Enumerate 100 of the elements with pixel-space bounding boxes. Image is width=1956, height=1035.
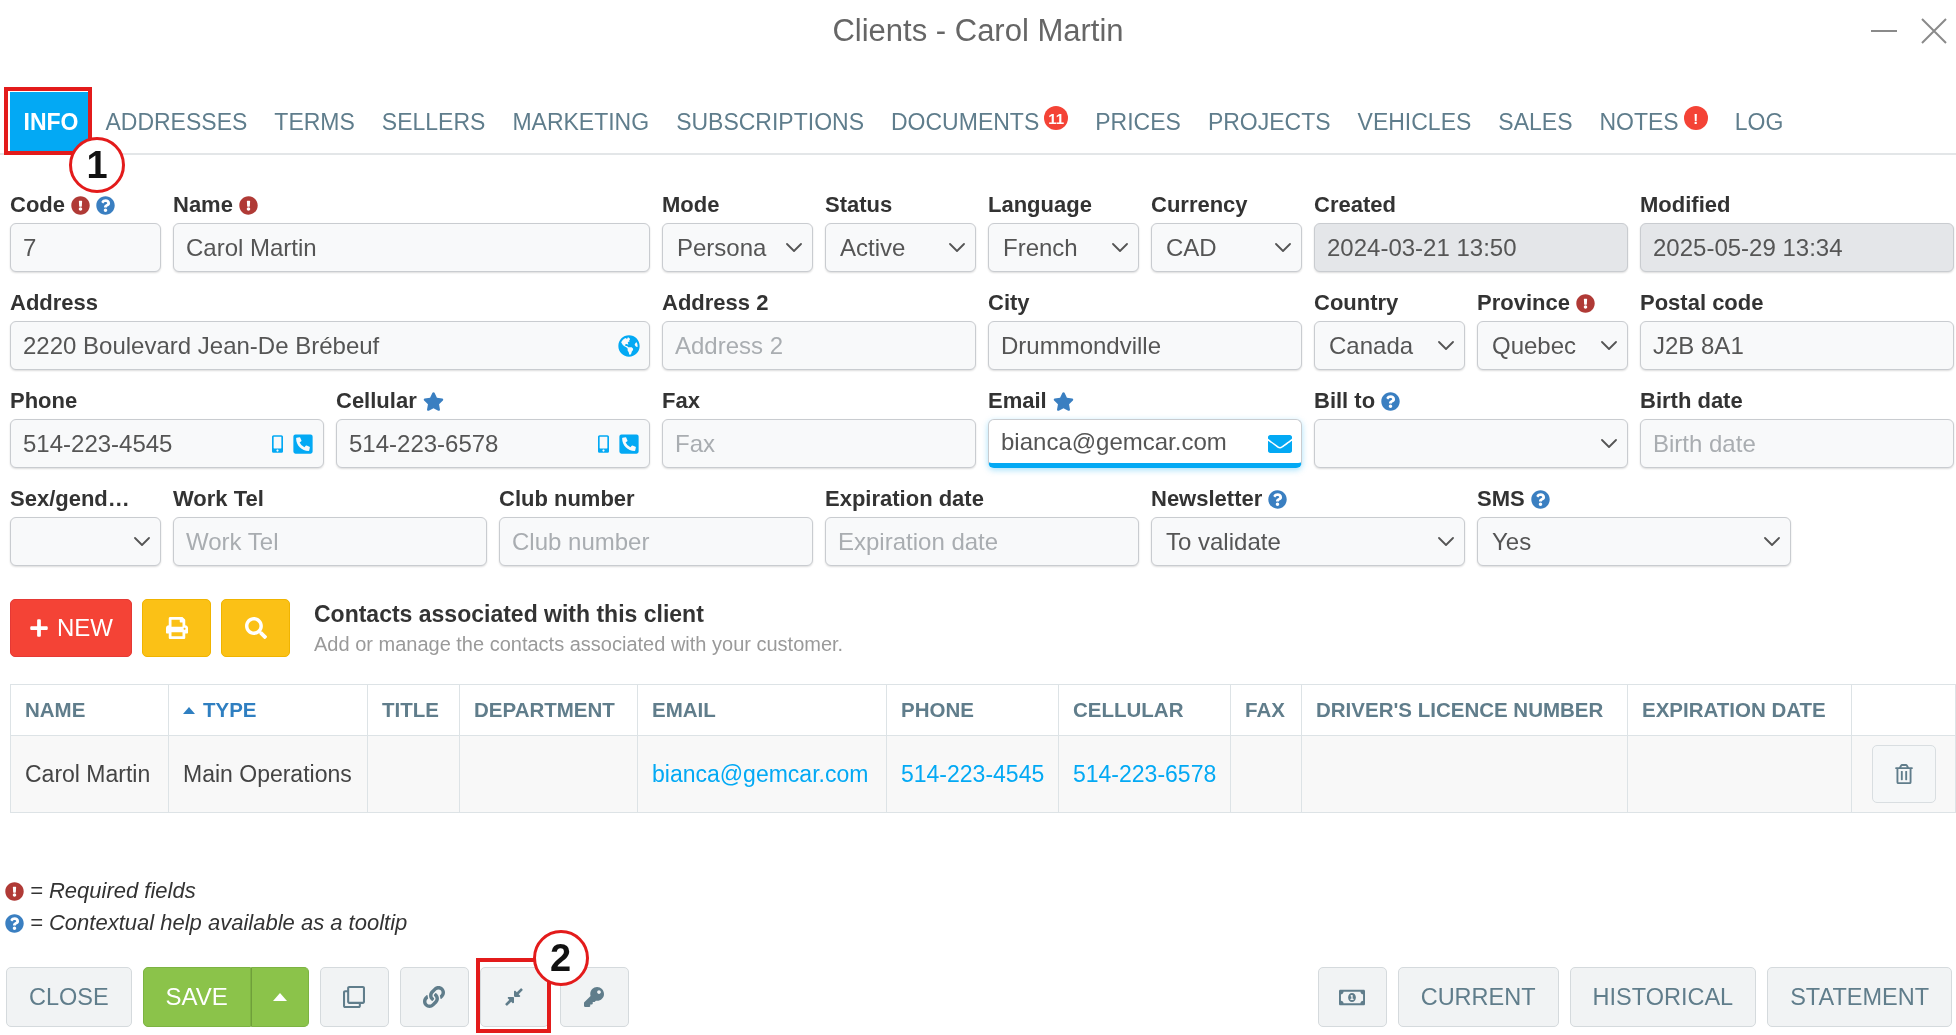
count-badge: !: [1683, 106, 1708, 130]
select-field[interactable]: To validate: [1151, 517, 1465, 566]
field-label: Status: [825, 192, 893, 218]
field-label: Name: [173, 192, 233, 218]
minimize-icon: [1871, 30, 1897, 32]
input-field[interactable]: bianca@gemcar.com: [988, 419, 1302, 468]
select-field[interactable]: Active: [825, 223, 976, 272]
tab[interactable]: PROJECTS: [1194, 92, 1345, 152]
section-title: Contacts associated with this client: [314, 600, 705, 628]
select-field[interactable]: CAD: [1151, 223, 1302, 272]
input-field[interactable]: Expiration date: [825, 517, 1139, 566]
input-field[interactable]: Fax: [662, 419, 976, 468]
table-cell: Carol Martin: [11, 736, 169, 813]
tab[interactable]: SALES: [1484, 92, 1586, 152]
footer-button[interactable]: STATEMENT: [1767, 967, 1952, 1027]
input-field[interactable]: 7: [10, 223, 161, 272]
exclamation-icon: [238, 195, 258, 215]
chevron-down-icon: [1438, 537, 1454, 546]
chevron-down-icon: [949, 243, 965, 252]
input-field[interactable]: Birth date: [1640, 419, 1954, 468]
phone-icon[interactable]: [292, 432, 314, 455]
compress-button[interactable]: [479, 967, 549, 1027]
select-field[interactable]: Quebec: [1477, 321, 1628, 370]
print-button[interactable]: [142, 599, 211, 657]
field-label: Work Tel: [173, 486, 264, 512]
footer-button[interactable]: CURRENT: [1397, 967, 1559, 1027]
help-icon: [5, 913, 24, 933]
search-icon: [244, 617, 267, 639]
tab[interactable]: PRICES: [1081, 92, 1195, 152]
table-link[interactable]: bianca@gemcar.com: [652, 760, 869, 788]
phone-icon[interactable]: [618, 432, 640, 455]
star-icon: [1052, 390, 1074, 412]
field-label: Phone: [10, 388, 78, 414]
tab[interactable]: DOCUMENTS 11: [877, 92, 1082, 152]
exclamation-icon: [1575, 293, 1595, 313]
tab[interactable]: SELLERS: [368, 92, 499, 152]
help-icon: [96, 195, 115, 215]
input-field[interactable]: Club number: [499, 517, 813, 566]
field-label: Cellular: [336, 388, 417, 414]
step-number: 2: [532, 930, 589, 986]
field-label: Expiration date: [825, 486, 984, 512]
input-field[interactable]: Drummondville: [988, 321, 1302, 370]
search-button[interactable]: [221, 599, 290, 657]
tab[interactable]: NOTES !: [1586, 92, 1722, 152]
copy-button[interactable]: [319, 967, 389, 1027]
input-field[interactable]: Carol Martin: [173, 223, 650, 272]
input-field[interactable]: 514-223-6578: [336, 419, 650, 468]
input-field[interactable]: Address 2: [662, 321, 976, 370]
new-button[interactable]: NEW: [10, 599, 132, 657]
input-field[interactable]: J2B 8A1: [1640, 321, 1954, 370]
chevron-down-icon: [1601, 439, 1617, 448]
readonly-field[interactable]: 2024-03-21 13:50: [1314, 223, 1628, 272]
footer-button[interactable]: CLOSE: [6, 967, 132, 1027]
select-field[interactable]: Yes: [1477, 517, 1791, 566]
table-link[interactable]: 514-223-4545: [901, 760, 1045, 788]
select-field[interactable]: Persona: [662, 223, 813, 272]
star-icon: [422, 390, 444, 412]
tab[interactable]: VEHICLES: [1344, 92, 1485, 152]
banknote-button[interactable]: [1317, 967, 1387, 1027]
input-field[interactable]: 514-223-4545: [10, 419, 324, 468]
chevron-down-icon: [1764, 537, 1780, 546]
chevron-down-icon: [134, 537, 150, 546]
key-icon: [584, 987, 605, 1007]
chevron-down-icon: [1601, 341, 1617, 350]
tab[interactable]: LOG: [1721, 92, 1797, 152]
readonly-field[interactable]: 2025-05-29 13:34: [1640, 223, 1954, 272]
select-field[interactable]: [10, 517, 161, 566]
footer-button[interactable]: HISTORICAL: [1569, 967, 1757, 1027]
link-icon: [423, 986, 446, 1008]
link-button[interactable]: [399, 967, 469, 1027]
section-subtitle: Add or manage the contacts associated with your customer.: [314, 632, 844, 656]
input-field[interactable]: 2220 Boulevard Jean-De Brébeuf: [10, 321, 650, 370]
select-field[interactable]: Canada: [1314, 321, 1465, 370]
help-icon: [1530, 489, 1550, 509]
input-field[interactable]: Work Tel: [173, 517, 487, 566]
tab[interactable]: MARKETING: [498, 92, 663, 152]
caret-up-icon: [272, 993, 287, 1001]
delete-button[interactable]: [1871, 745, 1936, 803]
mobile-phone-icon[interactable]: [272, 434, 283, 453]
select-field[interactable]: [1314, 419, 1628, 468]
copy-icon: [343, 986, 366, 1008]
field-label: Email: [988, 388, 1047, 414]
table-cell: Main Operations: [169, 736, 368, 813]
mobile-phone-icon[interactable]: [598, 434, 609, 453]
field-label: Modified: [1640, 192, 1731, 218]
field-label: City: [988, 290, 1030, 316]
tab[interactable]: TERMS: [260, 92, 369, 152]
tab[interactable]: SUBSCRIPTIONS: [662, 92, 878, 152]
field-label: Sex/gend…: [10, 486, 130, 512]
close-icon: [1921, 18, 1947, 44]
exclamation-icon: [71, 195, 90, 215]
dropdown-toggle[interactable]: [250, 967, 309, 1027]
field-label: Language: [988, 192, 1092, 218]
sort-up-icon: [183, 706, 195, 714]
legend-text: = Contextual help available as a tooltip: [30, 910, 408, 936]
field-label: Currency: [1151, 192, 1248, 218]
select-field[interactable]: French: [988, 223, 1139, 272]
globe-icon[interactable]: [618, 334, 640, 357]
table-link[interactable]: 514-223-6578: [1073, 760, 1217, 788]
chevron-down-icon: [1438, 341, 1454, 350]
